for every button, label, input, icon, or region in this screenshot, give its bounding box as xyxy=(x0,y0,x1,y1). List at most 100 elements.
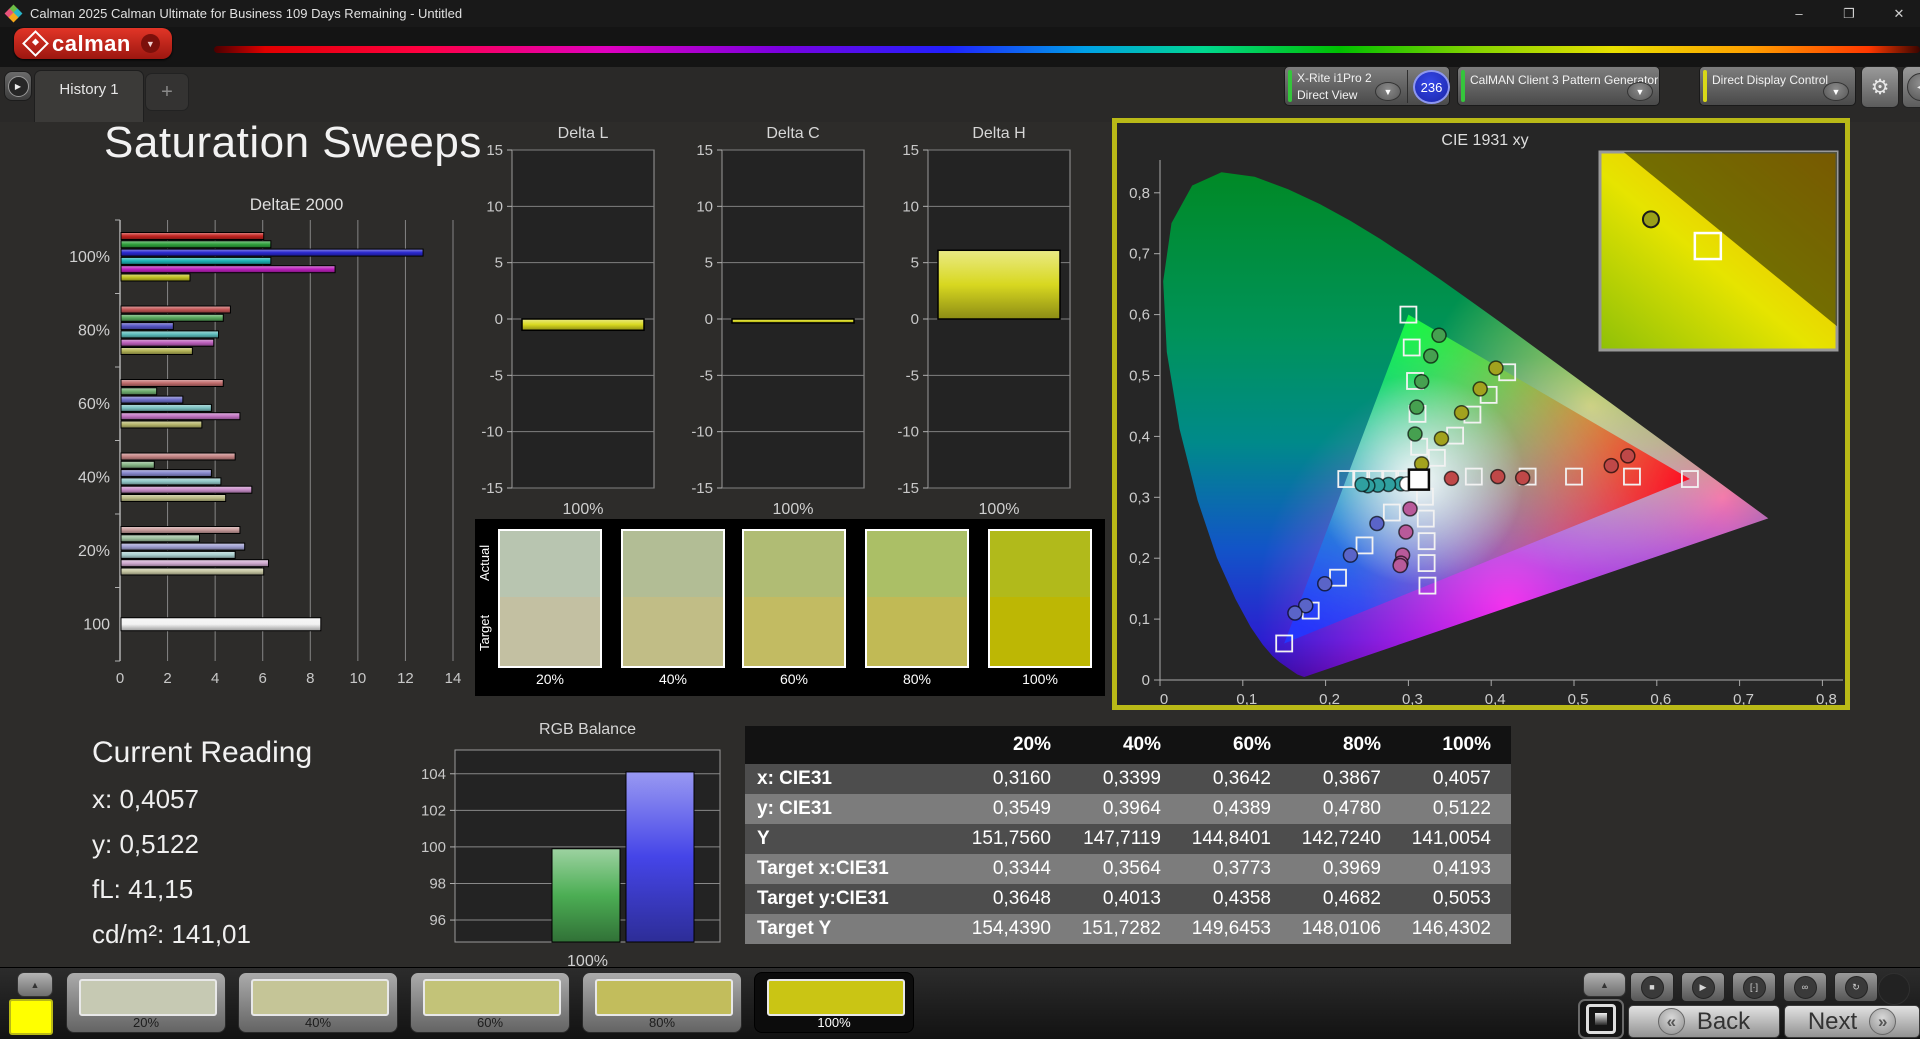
pattern-button-20%[interactable]: 20% xyxy=(66,972,226,1033)
deltae-bar xyxy=(120,395,184,404)
marker-icon: [·] xyxy=(1742,975,1766,999)
table-cell: 0,3867 xyxy=(1322,768,1381,789)
svg-text:10: 10 xyxy=(696,198,713,215)
pattern-bar-expand-button[interactable]: ▲ xyxy=(17,972,53,997)
next-label: Next xyxy=(1807,1007,1858,1035)
pattern-button-60%[interactable]: 60% xyxy=(410,972,570,1033)
table-cell: 149,6453 xyxy=(1191,918,1271,939)
svg-text:0,4: 0,4 xyxy=(1485,691,1506,705)
svg-text:100%: 100% xyxy=(563,501,604,518)
table-cell: 0,4389 xyxy=(1212,798,1271,819)
svg-text:-5: -5 xyxy=(906,367,919,384)
cie-measured-marker xyxy=(1453,404,1470,421)
meter-name: X-Rite i1Pro 2 xyxy=(1297,71,1372,85)
cie-measured-marker xyxy=(1433,430,1450,447)
actual-swatch xyxy=(990,531,1090,597)
swatch-percent-label: 20% xyxy=(535,671,565,687)
cie-measured-marker xyxy=(1490,468,1506,485)
minimize-button[interactable]: – xyxy=(1786,6,1812,21)
pattern-generator-dropdown[interactable]: CalMAN Client 3 Pattern Generator ▼ xyxy=(1457,66,1660,106)
panel-collapse-button[interactable]: ◀ xyxy=(1902,66,1920,108)
svg-text:0,8: 0,8 xyxy=(1816,691,1837,705)
table-cell: 147,7119 xyxy=(1083,828,1161,849)
deltae-bar xyxy=(120,469,212,478)
delta-h-chart: Delta H 15 10 5 0 -5 -10 -15 100% xyxy=(897,125,1071,518)
display-control-dropdown[interactable]: Direct Display Control ▼ xyxy=(1699,66,1856,106)
svg-text:12: 12 xyxy=(397,670,414,687)
pattern-button-100%[interactable]: 100% xyxy=(754,972,914,1033)
deltae-bar xyxy=(120,526,241,534)
deltae-bar xyxy=(120,265,336,274)
deltae-bar xyxy=(120,240,272,249)
loop-button[interactable]: ∞ xyxy=(1783,972,1827,1002)
close-button[interactable]: ✕ xyxy=(1886,6,1912,22)
chevron-down-icon[interactable]: ▼ xyxy=(1375,82,1401,101)
table-cell: 0,3549 xyxy=(992,798,1051,819)
deltae-bar xyxy=(120,256,272,265)
pattern-button-40%[interactable]: 40% xyxy=(238,972,398,1033)
chevron-down-icon[interactable]: ▼ xyxy=(1823,82,1849,101)
svg-text:100%: 100% xyxy=(979,501,1020,518)
target-swatch xyxy=(867,597,967,666)
settings-button[interactable]: ⚙ xyxy=(1861,66,1899,108)
svg-text:DeltaE 2000: DeltaE 2000 xyxy=(250,195,344,214)
svg-text:0: 0 xyxy=(1142,672,1150,689)
svg-text:0,2: 0,2 xyxy=(1319,691,1340,705)
pattern-window-icon xyxy=(1586,1004,1616,1034)
swatch-compare-60% xyxy=(742,529,846,668)
maximize-button[interactable]: ❐ xyxy=(1836,6,1862,22)
table-cell: 0,3564 xyxy=(1102,858,1161,879)
pattern-label: 40% xyxy=(304,1015,332,1030)
svg-text:40%: 40% xyxy=(78,469,110,486)
refresh-button[interactable]: ↻ xyxy=(1834,972,1878,1002)
svg-text:102: 102 xyxy=(421,802,446,819)
svg-text:0,7: 0,7 xyxy=(1129,246,1150,263)
pattern-window-button[interactable] xyxy=(1578,999,1624,1039)
display-status-accent xyxy=(1703,70,1707,102)
tab-label: History 1 xyxy=(59,81,119,98)
deltae-bar xyxy=(120,477,222,486)
deltae-bar xyxy=(120,460,155,469)
svg-text:0: 0 xyxy=(1160,691,1168,705)
svg-text:Delta C: Delta C xyxy=(766,125,819,142)
tab-scroll-button[interactable]: ▶ xyxy=(4,71,32,101)
tab-history-1[interactable]: History 1 xyxy=(34,70,144,122)
svg-text:5: 5 xyxy=(705,255,713,272)
actual-swatch xyxy=(744,531,844,597)
calman-logo-menu[interactable]: calman ▼ xyxy=(14,28,172,59)
cie-measured-marker xyxy=(1402,501,1418,517)
meter-dropdown[interactable]: X-Rite i1Pro 2 Direct View ▼ 236 xyxy=(1284,66,1450,106)
pattern-label: 20% xyxy=(132,1015,160,1030)
table-cell: 0,4682 xyxy=(1322,888,1381,909)
table-column-header: 20% xyxy=(1012,734,1051,755)
svg-text:0,5: 0,5 xyxy=(1568,691,1589,705)
svg-text:96: 96 xyxy=(429,912,446,929)
transport-expand-button[interactable]: ▲ xyxy=(1583,972,1626,997)
chevron-left-icon: ◀ xyxy=(1907,73,1920,101)
target-swatch xyxy=(990,597,1090,666)
svg-text:14: 14 xyxy=(445,670,462,687)
play-button[interactable]: ▶ xyxy=(1681,972,1725,1002)
table-row-label: Target Y xyxy=(757,918,832,939)
chevron-down-icon[interactable]: ▼ xyxy=(1627,82,1653,101)
spectrum-strip xyxy=(214,46,1920,53)
table-cell: 0,5122 xyxy=(1432,798,1491,819)
logo-dropdown-arrow-icon[interactable]: ▼ xyxy=(140,34,160,53)
svg-text:0,6: 0,6 xyxy=(1650,691,1671,705)
marker-button[interactable]: [·] xyxy=(1732,972,1776,1002)
svg-text:80%: 80% xyxy=(78,322,110,339)
stop-button[interactable]: ■ xyxy=(1630,972,1674,1002)
add-tab-button[interactable]: + xyxy=(145,73,189,111)
next-button[interactable]: Next » xyxy=(1784,1005,1920,1038)
deltae-bar xyxy=(120,379,224,387)
meter-count-badge[interactable]: 236 xyxy=(1413,70,1450,104)
cie-1931-chart: 0 0,1 0,2 0,3 0,4 0,5 0,6 0,7 0,8 0 0,1 0,2 0,3 0,4 0,… xyxy=(1129,132,1843,708)
pattern-button-80%[interactable]: 80% xyxy=(582,972,742,1033)
svg-text:-15: -15 xyxy=(897,480,919,497)
deltae-bar xyxy=(120,567,265,576)
cie-measured-marker xyxy=(1408,399,1425,415)
back-button[interactable]: « Back xyxy=(1628,1005,1780,1038)
table-cell: 0,4193 xyxy=(1432,858,1491,879)
swatch-compare-80% xyxy=(865,529,969,668)
svg-text:0: 0 xyxy=(116,670,124,687)
